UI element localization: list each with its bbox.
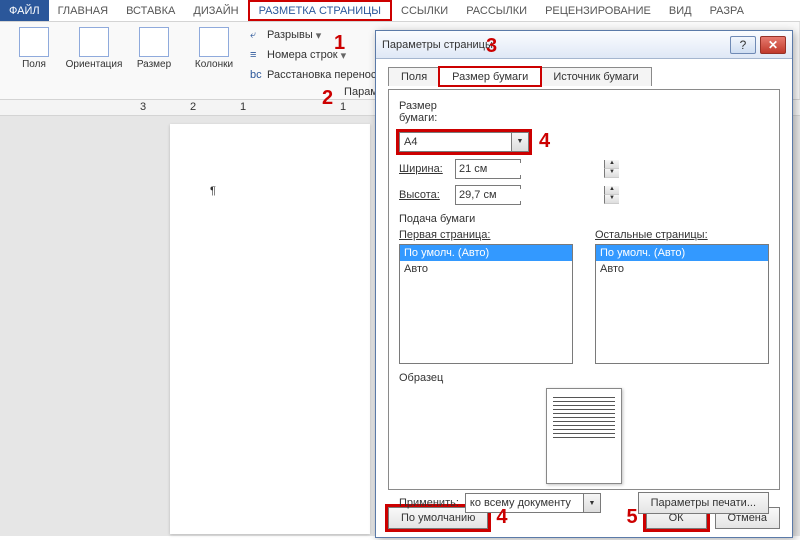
tab-home[interactable]: ГЛАВНАЯ: [49, 0, 117, 21]
document-page[interactable]: ¶: [170, 124, 370, 534]
first-page-listbox[interactable]: По умолч. (Авто) Авто: [399, 244, 573, 364]
margins-button[interactable]: Поля: [6, 25, 62, 85]
other-pages-label: Остальные страницы:: [595, 229, 708, 241]
sample-preview: [546, 388, 622, 484]
list-item[interactable]: Авто: [400, 261, 572, 277]
width-label: Ширина:: [399, 163, 455, 175]
apply-to-label: Применить:: [399, 497, 459, 509]
width-value[interactable]: [456, 163, 604, 175]
size-icon: [139, 27, 169, 57]
breaks-icon: ⤶: [250, 29, 264, 42]
line-numbers-icon: ≡: [250, 49, 264, 61]
annotation-3: 3: [486, 35, 497, 58]
columns-button[interactable]: Колонки: [186, 25, 242, 85]
tab-view[interactable]: ВИД: [660, 0, 701, 21]
paper-size-label: Размер бумаги:: [399, 100, 455, 124]
orientation-icon: [79, 27, 109, 57]
list-item[interactable]: По умолч. (Авто): [400, 245, 572, 261]
sample-label: Образец: [399, 372, 769, 384]
chevron-down-icon[interactable]: ▼: [583, 494, 600, 512]
annotation-5: 5: [626, 506, 637, 529]
size-button[interactable]: Размер: [126, 25, 182, 85]
dialog-tab-paper-size[interactable]: Размер бумаги: [439, 67, 541, 86]
dialog-help-button[interactable]: ?: [730, 36, 756, 54]
tab-design[interactable]: ДИЗАЙН: [184, 0, 247, 21]
page-setup-dialog: Параметры страницы ? ✕ 3 Поля Размер бум…: [375, 30, 793, 538]
spin-down-icon[interactable]: ▼: [604, 195, 619, 204]
pilcrow-mark: ¶: [210, 185, 216, 197]
annotation-1: 1: [334, 32, 345, 55]
margins-icon: [19, 27, 49, 57]
apply-to-select[interactable]: ко всему документу▼: [465, 493, 601, 513]
ribbon-tabs: ФАЙЛ ГЛАВНАЯ ВСТАВКА ДИЗАЙН РАЗМЕТКА СТР…: [0, 0, 800, 22]
annotation-4b: 4: [496, 506, 507, 529]
height-label: Высота:: [399, 189, 455, 201]
height-spinner[interactable]: ▲▼: [455, 185, 521, 205]
dialog-tab-margins[interactable]: Поля: [388, 67, 440, 86]
tab-review[interactable]: РЕЦЕНЗИРОВАНИЕ: [536, 0, 660, 21]
annotation-2: 2: [322, 87, 333, 110]
columns-icon: [199, 27, 229, 57]
paper-feed-label: Подача бумаги: [399, 213, 769, 225]
hyphenation-icon: bc: [250, 69, 264, 81]
list-item[interactable]: По умолч. (Авто): [596, 245, 768, 261]
height-value[interactable]: [456, 189, 604, 201]
tab-mailings[interactable]: РАССЫЛКИ: [457, 0, 536, 21]
width-spinner[interactable]: ▲▼: [455, 159, 521, 179]
print-options-button[interactable]: Параметры печати...: [638, 492, 769, 514]
other-pages-listbox[interactable]: По умолч. (Авто) Авто: [595, 244, 769, 364]
first-page-label: Первая страница:: [399, 229, 490, 241]
dialog-tab-paper-source[interactable]: Источник бумаги: [540, 67, 651, 86]
list-item[interactable]: Авто: [596, 261, 768, 277]
tab-references[interactable]: ССЫЛКИ: [392, 0, 457, 21]
chevron-down-icon: ▾: [316, 29, 322, 42]
dialog-title: Параметры страницы: [382, 39, 726, 51]
paper-size-select[interactable]: A4▼: [399, 132, 529, 152]
tab-extra[interactable]: РАЗРА: [701, 0, 753, 21]
dialog-titlebar[interactable]: Параметры страницы ? ✕: [376, 31, 792, 59]
dialog-close-button[interactable]: ✕: [760, 36, 786, 54]
spin-up-icon[interactable]: ▲: [604, 186, 619, 195]
tab-page-layout[interactable]: РАЗМЕТКА СТРАНИЦЫ: [248, 0, 392, 21]
annotation-4a: 4: [539, 130, 550, 153]
orientation-button[interactable]: Ориентация: [66, 25, 122, 85]
tab-file[interactable]: ФАЙЛ: [0, 0, 49, 21]
spin-down-icon[interactable]: ▼: [604, 169, 619, 178]
spin-up-icon[interactable]: ▲: [604, 160, 619, 169]
tab-insert[interactable]: ВСТАВКА: [117, 0, 184, 21]
dialog-tabs: Поля Размер бумаги Источник бумаги: [388, 67, 780, 86]
chevron-down-icon[interactable]: ▼: [511, 133, 528, 151]
